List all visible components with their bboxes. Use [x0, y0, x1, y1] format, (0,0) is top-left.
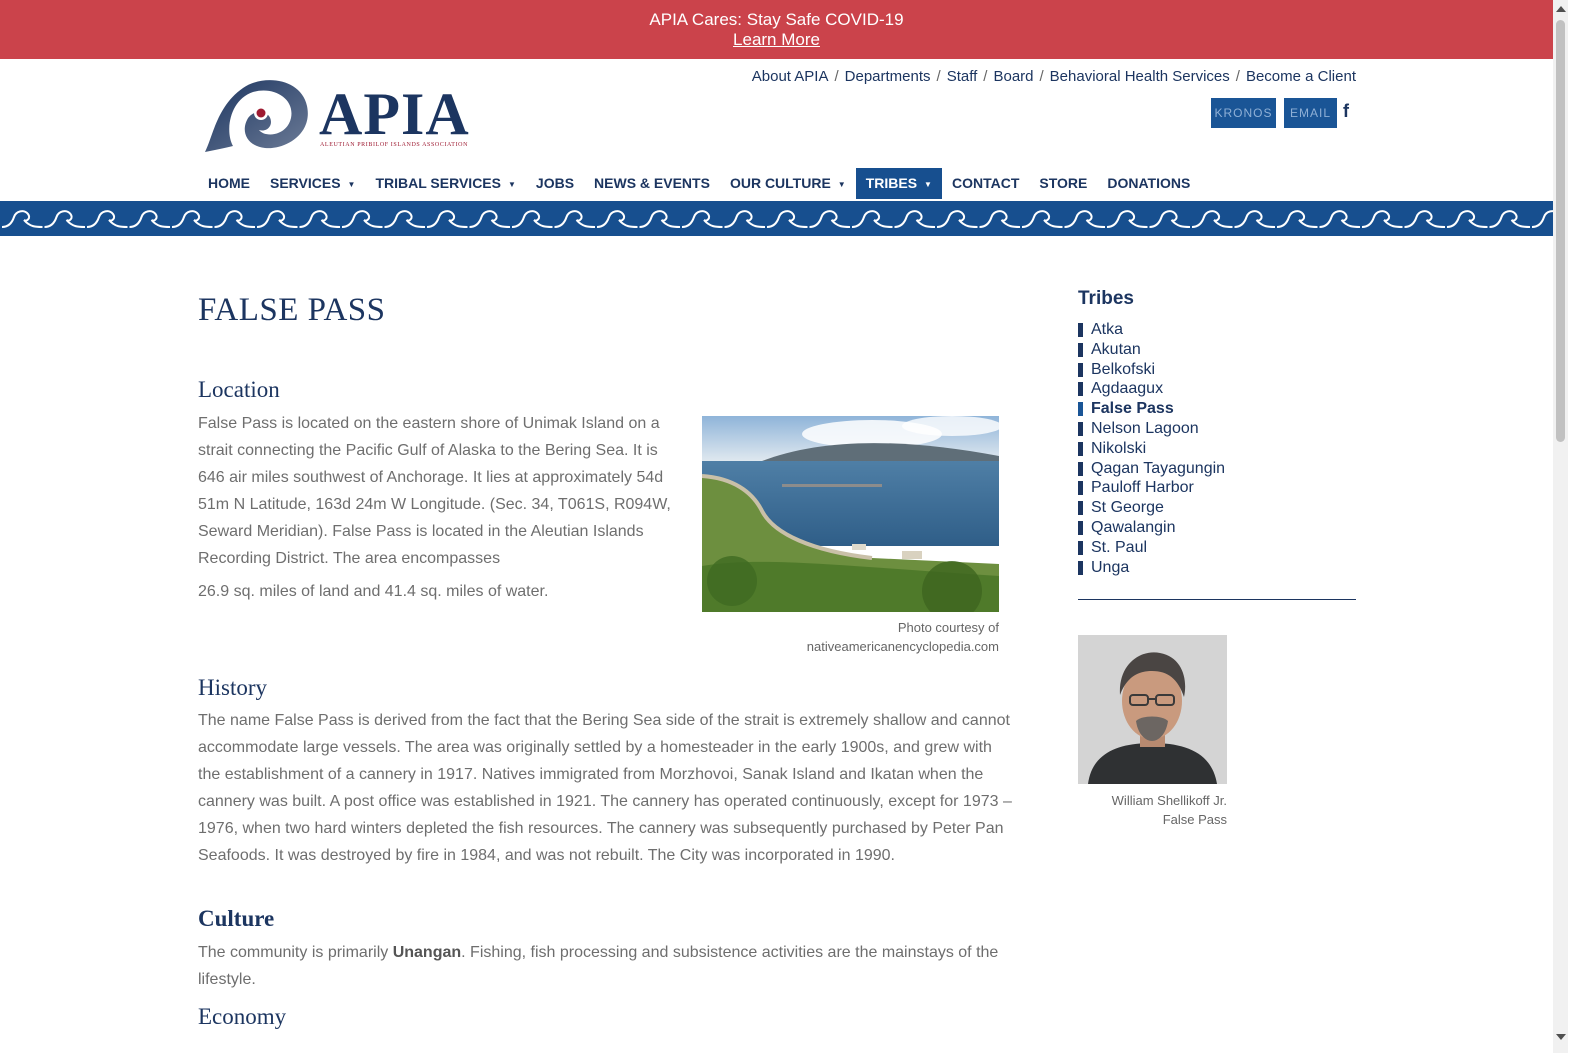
- tribe-link-agdaagux[interactable]: Agdaagux: [1078, 379, 1225, 399]
- tribe-link-nikolski[interactable]: Nikolski: [1078, 439, 1225, 459]
- tribe-link-st-paul[interactable]: St. Paul: [1078, 538, 1225, 558]
- nav-item-tribes[interactable]: TRIBES ▼: [855, 168, 942, 199]
- apia-logo[interactable]: APIA ALEUTIAN PRIBILOF ISLANDS ASSOCIATI…: [203, 76, 470, 156]
- wave-swirl-logo-icon: [205, 80, 308, 152]
- portrait-caption: William Shellikoff Jr. False Pass: [1111, 793, 1227, 827]
- banner-learn-more-link[interactable]: Learn More: [0, 29, 1553, 51]
- top-link-about-apia[interactable]: About APIA: [752, 68, 829, 85]
- page-scrollbar[interactable]: [1553, 0, 1568, 1053]
- tribes-list: Atka Akutan Belkofski Agdaagux False Pas…: [1078, 320, 1225, 577]
- history-heading: History: [198, 675, 267, 700]
- scroll-up-arrow-icon[interactable]: [1556, 6, 1566, 12]
- sidebar-divider: [1078, 599, 1356, 600]
- representative-portrait: [1078, 635, 1227, 784]
- nav-item-jobs[interactable]: JOBS: [526, 168, 584, 199]
- history-paragraph: The name False Pass is derived from the …: [198, 712, 1012, 864]
- tribe-link-qawalangin[interactable]: Qawalangin: [1078, 518, 1225, 538]
- tribe-link-qagan-tayagungin[interactable]: Qagan Tayagungin: [1078, 459, 1225, 479]
- facebook-icon[interactable]: f: [1343, 101, 1349, 122]
- email-button[interactable]: EMAIL: [1284, 98, 1337, 128]
- scroll-down-arrow-icon[interactable]: [1556, 1034, 1566, 1040]
- nav-item-our-culture[interactable]: OUR CULTURE ▼: [720, 168, 856, 199]
- nav-item-tribal-services[interactable]: TRIBAL SERVICES ▼: [365, 168, 525, 199]
- nav-item-home[interactable]: HOME: [198, 168, 260, 199]
- logo-wordmark: APIA: [319, 81, 470, 147]
- covid-banner: APIA Cares: Stay Safe COVID-19 Learn Mor…: [0, 0, 1553, 59]
- caret-down-icon: ▼: [924, 180, 932, 189]
- caret-down-icon: ▼: [507, 180, 516, 189]
- tribe-link-pauloff-harbor[interactable]: Pauloff Harbor: [1078, 478, 1225, 498]
- wave-pattern-band: [0, 201, 1553, 236]
- location-heading: Location: [198, 377, 280, 402]
- logo-subtitle: ALEUTIAN PRIBILOF ISLANDS ASSOCIATION: [320, 142, 469, 148]
- kronos-button[interactable]: KRONOS: [1211, 98, 1276, 128]
- culture-heading: Culture: [198, 906, 275, 931]
- tribe-link-atka[interactable]: Atka: [1078, 320, 1225, 340]
- photo-caption: Photo courtesy of nativeamericanencyclop…: [806, 620, 999, 654]
- scrollbar-thumb[interactable]: [1556, 20, 1565, 442]
- top-link-board[interactable]: Board: [993, 68, 1033, 85]
- nav-item-donations[interactable]: DONATIONS: [1097, 168, 1200, 199]
- false-pass-photo: [702, 416, 999, 612]
- sidebar-title: Tribes: [1078, 288, 1134, 309]
- top-link-staff[interactable]: Staff: [947, 68, 978, 85]
- culture-unangan-bold: Unangan: [392, 944, 462, 961]
- tribe-link-akutan[interactable]: Akutan: [1078, 340, 1225, 360]
- economy-heading: Economy: [198, 1004, 287, 1029]
- tribe-link-nelson-lagoon[interactable]: Nelson Lagoon: [1078, 419, 1225, 439]
- top-link-become-a-client[interactable]: Become a Client: [1246, 68, 1356, 85]
- tribe-link-false-pass[interactable]: False Pass: [1078, 399, 1225, 419]
- location-area-paragraph: 26.9 sq. miles of land and 41.4 sq. mile…: [198, 583, 549, 600]
- nav-item-store[interactable]: STORE: [1029, 168, 1097, 199]
- wave-pattern-icon: [0, 201, 1553, 236]
- caret-down-icon: ▼: [837, 180, 846, 189]
- page-title: FALSE PASS: [198, 292, 386, 328]
- top-link-departments[interactable]: Departments: [845, 68, 931, 85]
- top-utility-links: About APIA / Departments / Staff / Board / Behav…: [751, 68, 1356, 85]
- top-link-behavioral-health-services[interactable]: Behavioral Health Services: [1050, 68, 1230, 85]
- tribe-link-unga[interactable]: Unga: [1078, 558, 1225, 578]
- main-nav: HOME SERVICES ▼ TRIBAL SERVICES ▼ JOBS NEW…: [198, 168, 1200, 199]
- location-paragraph: False Pass is located on the eastern sho…: [198, 415, 671, 567]
- caret-down-icon: ▼: [347, 180, 356, 189]
- nav-item-services[interactable]: SERVICES ▼: [260, 168, 365, 199]
- culture-paragraph: The community is primarily Unangan. Fish…: [198, 944, 999, 988]
- nav-item-news-events[interactable]: NEWS & EVENTS: [584, 168, 720, 199]
- banner-title: APIA Cares: Stay Safe COVID-19: [649, 10, 904, 29]
- tribe-link-belkofski[interactable]: Belkofski: [1078, 360, 1225, 380]
- nav-item-contact[interactable]: CONTACT: [942, 168, 1029, 199]
- tribe-link-st-george[interactable]: St George: [1078, 498, 1225, 518]
